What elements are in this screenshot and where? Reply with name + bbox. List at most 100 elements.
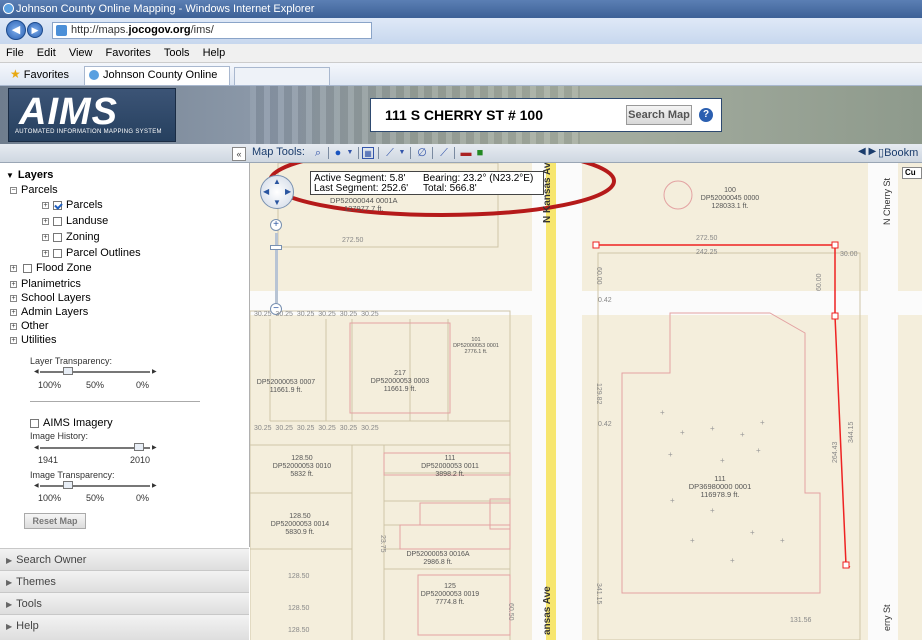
help-icon[interactable]: ? [699, 108, 713, 122]
layer-label: Flood Zone [36, 262, 92, 274]
parcel-area: 2776.1 ft. [464, 349, 488, 355]
search-map-button[interactable]: Search Map [626, 105, 692, 125]
parcel-area: 11661.9 ft. [383, 386, 417, 393]
section-help[interactable]: ▶ Help [0, 614, 249, 640]
parcel-label: 125 DP52000053 0019 7774.8 ft. [410, 583, 490, 607]
zoning-checkbox[interactable] [53, 232, 62, 242]
parcel-area: 11661.9 ft. [269, 387, 303, 394]
overview-label[interactable]: Cu [902, 167, 922, 179]
slider-left-icon[interactable]: ◀ [34, 368, 39, 375]
draw-icon[interactable]: ∅ [416, 147, 428, 159]
aims-imagery-toggle[interactable]: AIMS Imagery [30, 417, 113, 429]
zoom-slider-track[interactable] [275, 233, 278, 303]
back-button-icon[interactable]: ◀ [6, 20, 26, 40]
slider-right-icon[interactable]: ▶ [152, 444, 157, 451]
image-history-thumb[interactable] [134, 443, 144, 451]
group-utilities[interactable]: + Utilities [10, 334, 56, 346]
parcels-checkbox[interactable] [53, 200, 62, 210]
group-planimetrics[interactable]: + Planimetrics [10, 278, 81, 290]
slider-left-icon[interactable]: ◀ [34, 444, 39, 451]
last-segment: Last Segment: 252.6' [314, 183, 409, 194]
url-field[interactable]: http://maps.jocogov.org/ims/ [52, 22, 372, 39]
dimension-label: 131.56 [790, 617, 812, 624]
menu-view[interactable]: View [69, 44, 93, 62]
menu-tools[interactable]: Tools [164, 44, 190, 62]
address-bar: ◀ ▶ http://maps.jocogov.org/ims/ [0, 18, 922, 44]
layer-transparency-slider[interactable] [40, 371, 150, 373]
chevron-down-icon[interactable]: ▼ [344, 147, 356, 159]
toolbar-divider [432, 147, 433, 159]
favorites-label: Favorites [23, 69, 70, 81]
section-tools[interactable]: ▶ Tools [0, 592, 249, 614]
menu-favorites[interactable]: Favorites [106, 44, 151, 62]
pan-down-icon[interactable]: ▼ [273, 198, 281, 207]
slider-right-icon[interactable]: ▶ [152, 368, 157, 375]
group-other[interactable]: + Other [10, 320, 49, 332]
aims-imagery-checkbox[interactable] [30, 418, 39, 428]
tick-label: 0% [136, 493, 150, 503]
image-transparency-slider[interactable] [40, 485, 150, 487]
pan-right-icon[interactable]: ▶ [285, 187, 291, 196]
group-admin-layers[interactable]: + Admin Layers [10, 306, 88, 318]
parcel-id: DP52000053 0019 [420, 591, 480, 598]
svg-text:+: + [730, 556, 735, 565]
menu-edit[interactable]: Edit [37, 44, 56, 62]
parcels-group[interactable]: − Parcels [10, 184, 58, 196]
zoom-in-icon[interactable]: + [270, 219, 282, 231]
parcel-number: 125 [444, 583, 456, 590]
reset-map-button[interactable]: Reset Map [24, 513, 86, 529]
layer-parcels[interactable]: + Parcels [42, 199, 103, 211]
parcel-id: DP52000053 0007 [256, 379, 316, 386]
dimension-value: 30.25 [296, 311, 315, 318]
pan-left-icon[interactable]: ◀ [263, 187, 269, 196]
expand-icon: + [42, 201, 49, 209]
layer-label: Zoning [66, 231, 100, 243]
browser-tab-active[interactable]: Johnson County Online Mapping [84, 66, 230, 98]
measure-vertices [592, 241, 850, 569]
bookmarks-tab[interactable]: ▯Bookm [878, 146, 918, 159]
group-label: Other [21, 320, 49, 332]
landuse-checkbox[interactable] [53, 216, 62, 226]
favorites-bar: ★Favorites Johnson County Online Mapping [0, 63, 922, 98]
print-icon[interactable]: ■ [474, 147, 486, 159]
chevron-down-icon[interactable]: ▼ [396, 147, 408, 159]
layer-transparency-label: Layer Transparency: [30, 356, 113, 366]
menu-help[interactable]: Help [203, 44, 226, 62]
layer-transparency-thumb[interactable] [62, 367, 73, 375]
section-themes[interactable]: ▶ Themes [0, 570, 249, 592]
new-tab-button[interactable] [234, 67, 330, 85]
slider-right-icon[interactable]: ▶ [152, 482, 157, 489]
svg-text:+: + [780, 536, 785, 545]
forward-button-icon[interactable]: ▶ [27, 22, 43, 38]
image-transparency-thumb[interactable] [62, 481, 73, 489]
layer-parcel-outlines[interactable]: + Parcel Outlines [42, 247, 141, 259]
section-search-owner[interactable]: ▶ Search Owner [0, 548, 249, 570]
svg-text:+: + [720, 456, 725, 465]
layers-heading[interactable]: ▼ Layers [6, 169, 53, 181]
expand-arrow-icon: ▶ [6, 578, 13, 587]
collapse-panel-button[interactable]: « [232, 147, 246, 161]
zoom-slider-thumb[interactable] [270, 245, 282, 250]
address-search-input[interactable]: 111 S CHERRY ST # 100 [385, 107, 543, 123]
info-icon[interactable]: ● [332, 147, 344, 159]
menu-file[interactable]: File [6, 44, 24, 62]
slider-left-icon[interactable]: ◀ [34, 482, 39, 489]
nav-arrows-icon[interactable]: ◀ ▶ [858, 146, 876, 157]
map-drawing[interactable]: + + + + + + + + + + + + + + [250, 163, 922, 640]
parcel-outlines-checkbox[interactable] [53, 248, 62, 258]
map-canvas[interactable]: + + + + + + + + + + + + + + ▲ ◀ ▶ ▼ + − Active Seg… [250, 163, 922, 640]
dimension-value: 30.25 [361, 311, 379, 318]
select-icon[interactable]: ⟋ [384, 147, 396, 159]
clear-icon[interactable]: ▬ [460, 147, 472, 159]
flood-zone-checkbox[interactable] [23, 263, 32, 273]
layer-zoning[interactable]: + Zoning [42, 231, 100, 243]
markup-icon[interactable]: ⟋ [438, 147, 450, 159]
measure-icon[interactable]: ▦ [362, 147, 374, 159]
pan-control-icon[interactable]: ▲ ◀ ▶ ▼ [260, 175, 294, 209]
zoom-icon[interactable]: ⌕ [312, 147, 324, 159]
layer-flood-zone[interactable]: + Flood Zone [10, 262, 92, 274]
favorites-button[interactable]: ★ Favorites [10, 66, 69, 83]
pan-up-icon[interactable]: ▲ [273, 177, 281, 186]
layer-landuse[interactable]: + Landuse [42, 215, 108, 227]
group-school-layers[interactable]: + School Layers [10, 292, 91, 304]
